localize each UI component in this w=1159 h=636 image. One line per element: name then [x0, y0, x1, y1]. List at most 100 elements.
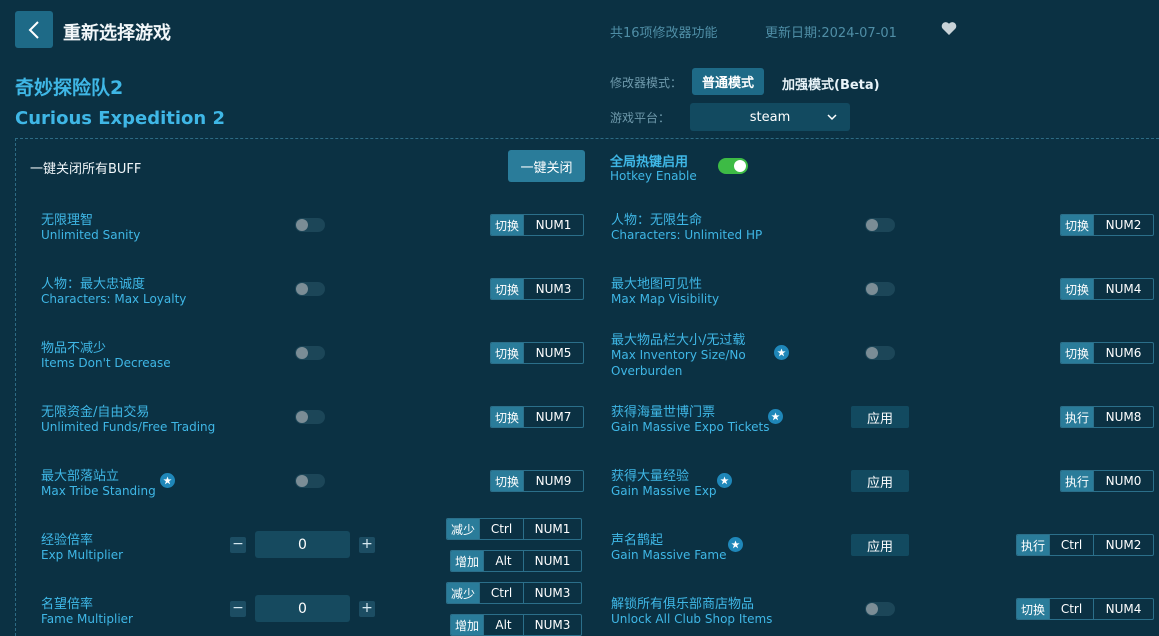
page-title: 重新选择游戏: [63, 23, 171, 44]
hotkey-key: NUM3: [523, 583, 581, 603]
hotkey-action-tag: 切换: [491, 471, 524, 491]
feature-label-cn: 获得大量经验: [611, 469, 690, 484]
hotkey-key: NUM4: [1093, 599, 1153, 619]
hotkey-group[interactable]: 切换 NUM1: [490, 214, 585, 236]
feature-label-en: Unlock All Club Shop Items: [611, 612, 773, 626]
hotkey-key: NUM1: [523, 519, 581, 539]
hotkey-action-tag: 切换: [491, 343, 524, 363]
hotkey-action-tag: 切换: [1061, 343, 1094, 363]
feature-toggle[interactable]: [865, 346, 895, 360]
feature-label-en: Max Inventory Size/No: [611, 348, 746, 362]
hotkey-key: NUM7: [523, 407, 583, 427]
hotkey-key: NUM2: [1093, 535, 1153, 555]
hotkey-modifier: Ctrl: [479, 519, 523, 539]
feature-label-en: Max Map Visibility: [611, 292, 720, 306]
feature-label-en: Max Tribe Standing: [41, 484, 156, 498]
back-button[interactable]: [15, 11, 53, 48]
favorite-heart-icon[interactable]: [941, 21, 957, 40]
hotkey-group[interactable]: 切换 NUM4: [1060, 278, 1155, 300]
beta-mode-button[interactable]: 加强模式(Beta): [782, 74, 880, 93]
update-date: 更新日期:2024-07-01: [765, 26, 897, 41]
close-all-buff-label: 一键关闭所有BUFF: [30, 162, 142, 177]
star-icon: [774, 345, 789, 360]
game-title-cn: 奇妙探险队2: [15, 77, 124, 99]
star-icon: [160, 473, 175, 488]
hotkey-action-tag: 切换: [1017, 599, 1050, 619]
hotkey-action-tag: 执行: [1061, 407, 1094, 427]
features-panel: [15, 138, 1159, 636]
hotkey-group[interactable]: 执行 Ctrl NUM2: [1016, 534, 1155, 556]
hotkey-group-decrease[interactable]: 减少 Ctrl NUM3: [446, 582, 583, 604]
hotkey-group[interactable]: 切换 NUM2: [1060, 214, 1155, 236]
feature-label-cn: 无限资金/自由交易: [41, 405, 150, 420]
hotkey-key: NUM1: [523, 215, 583, 235]
feature-label-cn: 无限理智: [41, 213, 94, 228]
chevron-down-icon: [827, 114, 837, 121]
feature-toggle[interactable]: [295, 346, 325, 360]
star-icon: [768, 409, 783, 424]
decrement-button[interactable]: −: [230, 537, 246, 553]
hotkey-group[interactable]: 切换 NUM9: [490, 470, 585, 492]
hotkey-group[interactable]: 切换 NUM6: [1060, 342, 1155, 364]
feature-label-en: Gain Massive Expo Tickets: [611, 420, 770, 434]
feature-toggle[interactable]: [865, 218, 895, 232]
hotkey-group[interactable]: 执行 NUM8: [1060, 406, 1155, 428]
hotkey-key: NUM5: [523, 343, 583, 363]
feature-label-cn: 最大部落站立: [41, 469, 120, 484]
feature-count: 共16项修改器功能: [610, 26, 718, 41]
multiplier-value[interactable]: 0: [255, 595, 350, 622]
hotkey-action-tag: 减少: [447, 519, 480, 539]
apply-button[interactable]: 应用: [851, 534, 909, 556]
hotkey-key: NUM1: [523, 551, 581, 571]
hotkey-action-tag: 增加: [451, 615, 484, 635]
feature-toggle[interactable]: [295, 410, 325, 424]
increment-button[interactable]: +: [359, 537, 375, 553]
hotkey-action-tag: 增加: [451, 551, 484, 571]
hotkey-action-tag: 切换: [491, 279, 524, 299]
hotkey-group[interactable]: 执行 NUM0: [1060, 470, 1155, 492]
feature-toggle[interactable]: [865, 282, 895, 296]
star-icon: [717, 473, 732, 488]
hotkey-group-increase[interactable]: 增加 Alt NUM1: [450, 550, 583, 572]
feature-label-en: Items Don't Decrease: [41, 356, 171, 370]
hotkey-action-tag: 切换: [1061, 279, 1094, 299]
hotkey-action-tag: 切换: [1061, 215, 1094, 235]
hotkey-group[interactable]: 切换 Ctrl NUM4: [1016, 598, 1155, 620]
hotkey-modifier: Alt: [483, 615, 523, 635]
apply-button[interactable]: 应用: [851, 406, 909, 428]
feature-label-en: Characters: Unlimited HP: [611, 228, 763, 242]
hotkey-group-increase[interactable]: 增加 Alt NUM3: [450, 614, 583, 636]
feature-toggle[interactable]: [295, 282, 325, 296]
mode-label: 修改器模式：: [610, 76, 683, 90]
feature-label-en: Gain Massive Exp: [611, 484, 717, 498]
feature-label-cn: 解锁所有俱乐部商店物品: [611, 597, 755, 612]
platform-select[interactable]: steam: [690, 103, 850, 131]
star-icon: [728, 537, 743, 552]
hotkey-group[interactable]: 切换 NUM3: [490, 278, 585, 300]
normal-mode-button[interactable]: 普通模式: [692, 68, 764, 95]
close-all-button[interactable]: 一键关闭: [508, 150, 585, 182]
hotkey-modifier: Ctrl: [1049, 535, 1093, 555]
multiplier-label-en: Exp Multiplier: [41, 548, 124, 562]
hotkey-group-decrease[interactable]: 减少 Ctrl NUM1: [446, 518, 583, 540]
feature-toggle[interactable]: [865, 602, 895, 616]
hotkey-key: NUM0: [1093, 471, 1153, 491]
hotkey-key: NUM3: [523, 615, 581, 635]
hotkey-enable-label-cn: 全局热键启用: [610, 155, 689, 170]
hotkey-action-tag: 执行: [1017, 535, 1050, 555]
platform-value: steam: [749, 109, 791, 125]
apply-button[interactable]: 应用: [851, 470, 909, 492]
hotkey-key: NUM6: [1093, 343, 1153, 363]
hotkey-key: NUM8: [1093, 407, 1153, 427]
multiplier-value[interactable]: 0: [255, 531, 350, 558]
hotkey-enable-toggle[interactable]: [718, 158, 748, 174]
hotkey-group[interactable]: 切换 NUM7: [490, 406, 585, 428]
increment-button[interactable]: +: [359, 601, 375, 617]
feature-label-en: Unlimited Sanity: [41, 228, 141, 242]
feature-label-cn: 最大地图可见性: [611, 277, 703, 292]
hotkey-group[interactable]: 切换 NUM5: [490, 342, 585, 364]
game-title-en: Curious Expedition 2: [15, 108, 226, 129]
feature-toggle[interactable]: [295, 474, 325, 488]
decrement-button[interactable]: −: [230, 601, 246, 617]
feature-toggle[interactable]: [295, 218, 325, 232]
